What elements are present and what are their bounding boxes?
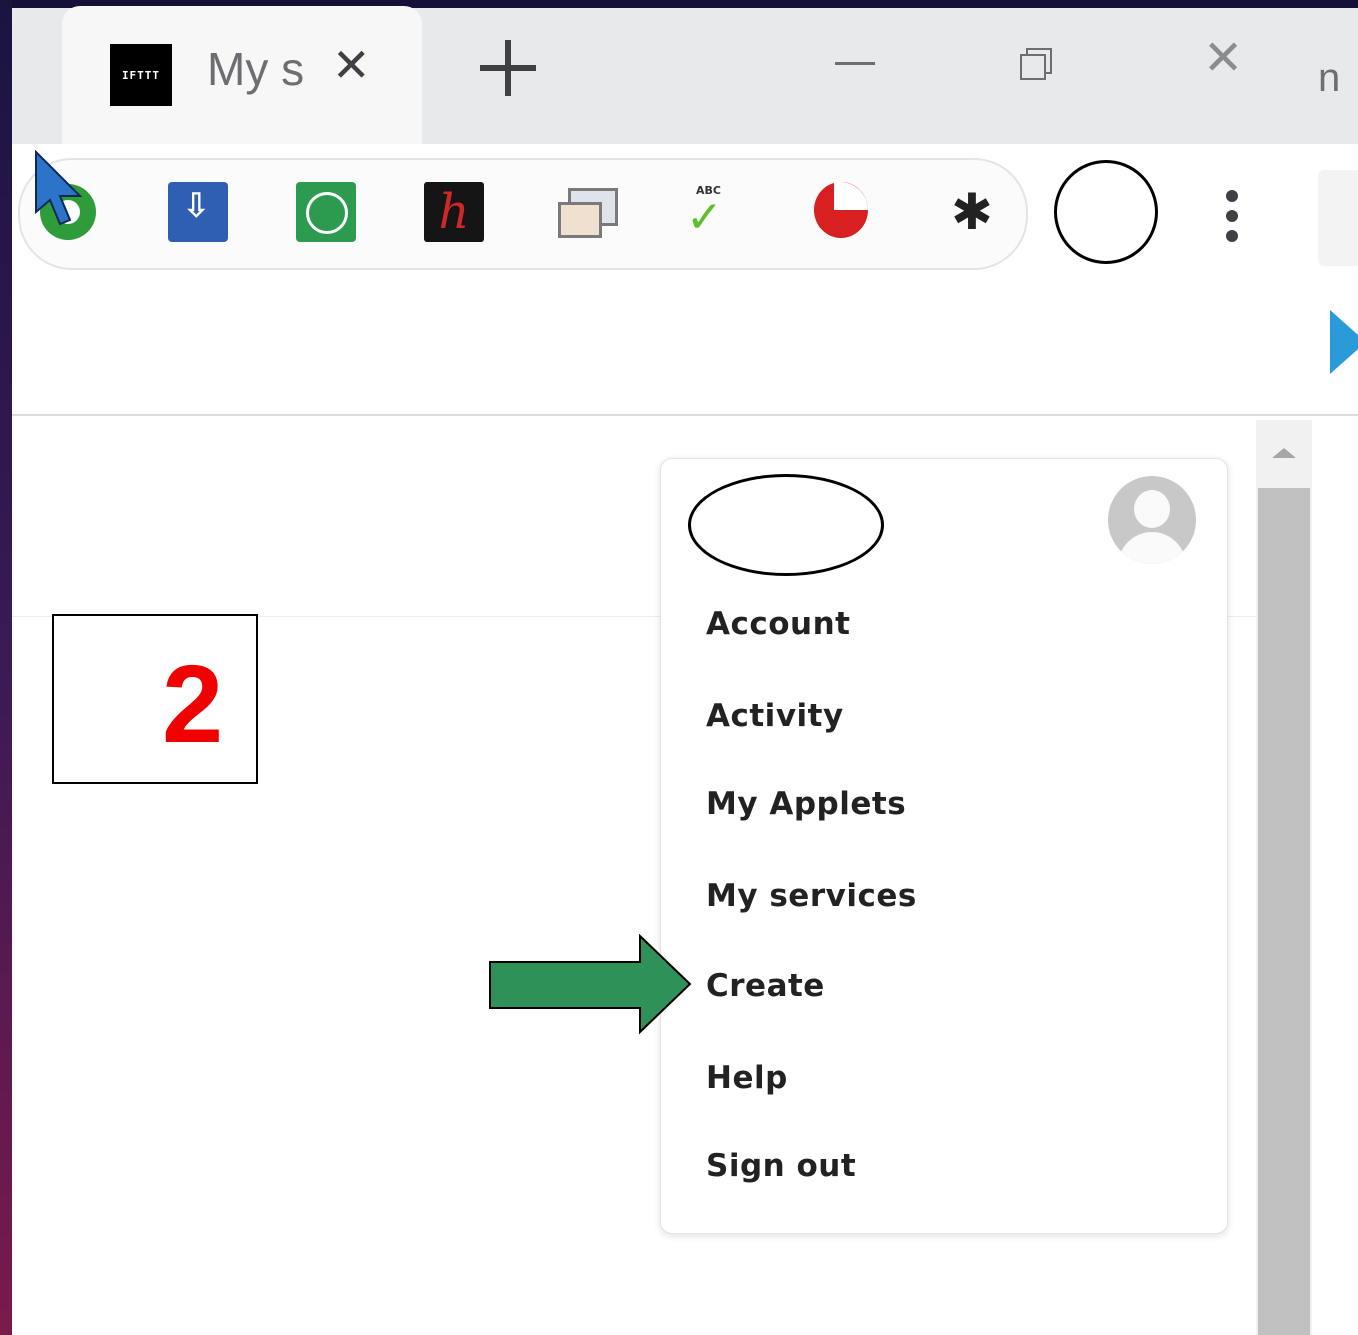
puzzle-extensions-icon[interactable]: ✱ (942, 182, 1002, 242)
scrollbar-thumb[interactable] (1258, 488, 1310, 1335)
step-annotation-box: 2 (52, 614, 258, 784)
tab-title: My s (207, 43, 305, 95)
menu-item-my-services[interactable]: My services (706, 878, 917, 914)
username-redaction-oval (688, 474, 884, 576)
window-close-icon[interactable]: ✕ (1203, 34, 1243, 82)
browser-tab[interactable]: IFTTT My s ✕ (62, 6, 422, 146)
menu-item-account[interactable]: Account (706, 606, 851, 642)
window-capture-extension-icon[interactable] (556, 182, 618, 242)
menu-item-help[interactable]: Help (706, 1060, 788, 1096)
ifttt-favicon-icon: IFTTT (110, 44, 172, 106)
minimize-icon[interactable] (835, 62, 875, 65)
menu-item-create[interactable]: Create (706, 968, 825, 1004)
h-extension-icon[interactable]: h (424, 182, 484, 242)
scroll-up-arrow-icon[interactable] (1272, 448, 1296, 458)
teamviewer-extension-icon[interactable] (296, 182, 356, 242)
download-extension-icon[interactable] (168, 182, 228, 242)
kebab-menu-icon[interactable] (1226, 190, 1240, 246)
new-tab-plus-icon[interactable] (480, 40, 536, 96)
window-title-fragment: n (1318, 56, 1341, 100)
green-pointer-arrow-icon (489, 934, 692, 1035)
tab-close-icon[interactable]: ✕ (332, 38, 371, 92)
menu-item-activity[interactable]: Activity (706, 698, 844, 734)
bookmarks-bar (12, 284, 1358, 416)
play-store-icon[interactable] (1330, 310, 1358, 374)
avatar[interactable] (1108, 476, 1196, 564)
menu-item-sign-out[interactable]: Sign out (706, 1148, 856, 1184)
side-widget (1318, 170, 1358, 266)
desktop-edge (0, 0, 12, 1335)
abc-spellcheck-extension-icon[interactable]: ABC ✓ (684, 182, 744, 243)
profile-button[interactable] (1054, 160, 1158, 264)
mouse-cursor-icon (35, 150, 83, 226)
account-dropdown-menu (660, 458, 1228, 1234)
red-l-extension-icon[interactable] (812, 182, 872, 242)
restore-icon[interactable] (1020, 48, 1052, 80)
menu-item-my-applets[interactable]: My Applets (706, 786, 906, 822)
step-number: 2 (162, 643, 224, 766)
